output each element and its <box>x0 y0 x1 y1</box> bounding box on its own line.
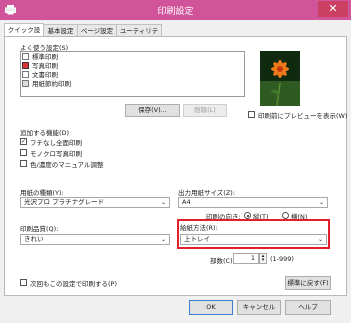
document-preset-icon <box>22 71 29 78</box>
chevron-down-icon: ⌄ <box>160 199 166 206</box>
media-type-select[interactable]: 光沢プロ プラチナグレード ⌄ <box>20 197 170 208</box>
preset-item[interactable]: 写真印刷 <box>22 62 58 71</box>
copies-input[interactable]: 1 <box>233 253 259 264</box>
copies-range: (1-999) <box>270 255 294 263</box>
preview-checkbox[interactable] <box>248 111 255 118</box>
color-adjust-checkbox[interactable] <box>20 160 27 167</box>
chevron-down-icon: ⌄ <box>160 236 166 243</box>
print-quality-label: 印刷品質(Q): <box>20 225 59 233</box>
borderless-label: フチなし全面印刷 <box>30 139 82 147</box>
print-quality-value: きれい <box>24 235 44 243</box>
save-button[interactable]: 保存(V)... <box>125 104 180 117</box>
output-size-select[interactable]: A4 ⌄ <box>178 197 328 208</box>
copies-stepper[interactable]: ▴ ▾ <box>259 253 267 264</box>
always-print-checkbox[interactable] <box>20 279 27 286</box>
media-type-value: 光沢プロ プラチナグレード <box>24 198 105 206</box>
output-size-label: 出力用紙サイズ(Z): <box>178 189 236 197</box>
borderless-checkbox[interactable]: ✓ <box>20 138 27 145</box>
color-adjust-label: 色/濃度のマニュアル調整 <box>30 161 104 169</box>
paper-source-highlight <box>177 219 330 249</box>
photo-preset-icon <box>22 62 29 69</box>
cancel-button[interactable]: キャンセル <box>237 300 281 315</box>
paper-saving-preset-icon <box>22 80 29 87</box>
close-button[interactable]: ✕ <box>318 1 348 17</box>
preview-checkbox-label: 印刷前にプレビューを表示(W) <box>258 112 348 120</box>
portrait-radio[interactable] <box>244 212 251 219</box>
media-type-label: 用紙の種類(Y): <box>20 189 64 197</box>
restore-defaults-button[interactable]: 標準に戻す(F) <box>285 276 331 290</box>
always-print-label: 次回もこの設定で印刷する(P) <box>30 280 117 288</box>
mono-photo-checkbox[interactable] <box>20 149 27 156</box>
print-quality-select[interactable]: きれい ⌄ <box>20 234 170 245</box>
preset-item[interactable]: 標準印刷 <box>22 53 58 62</box>
landscape-radio[interactable] <box>282 212 289 219</box>
preset-item[interactable]: 用紙節約印刷 <box>22 80 71 89</box>
chevron-down-icon: ⌄ <box>318 199 324 206</box>
preset-icon <box>22 53 29 60</box>
preset-item[interactable]: 文書印刷 <box>22 71 58 80</box>
output-size-value: A4 <box>182 198 191 206</box>
preview-photo <box>260 51 300 106</box>
ok-button[interactable]: OK <box>189 300 233 315</box>
help-button[interactable]: ヘルプ <box>285 300 331 315</box>
tab-quick-settings[interactable]: クイック設定 <box>4 23 44 46</box>
features-label: 追加する機能(D) <box>20 129 70 137</box>
copies-label: 部数(C): <box>210 257 235 265</box>
mono-photo-label: モノクロ写真印刷 <box>30 150 82 158</box>
delete-button[interactable]: 削除(L) <box>183 104 227 117</box>
window-title: 印刷設定 <box>157 7 194 17</box>
